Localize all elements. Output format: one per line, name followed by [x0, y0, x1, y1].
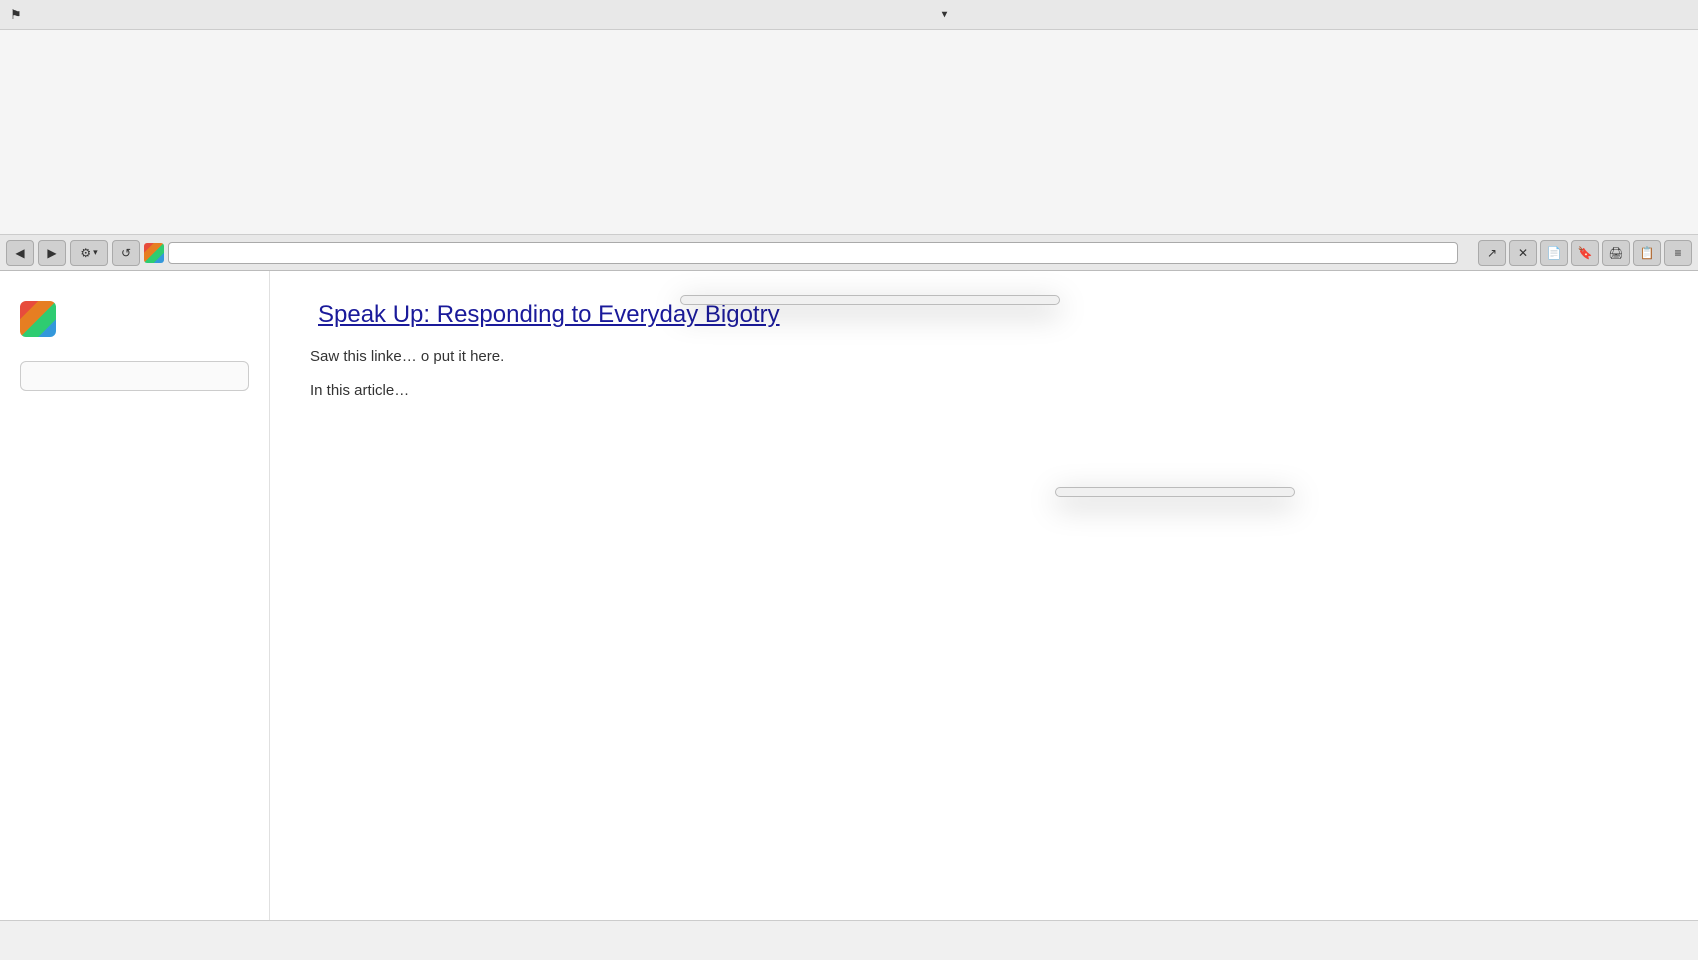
article-body: Saw this linke… o put it here. In this a… [310, 345, 1658, 403]
flag-icon: ⚑ [10, 7, 22, 22]
bottom-bar [0, 920, 1698, 960]
share-btn[interactable]: ↗ [1478, 240, 1506, 266]
search-input[interactable] [20, 361, 249, 391]
article-header: Speak Up: Responding to Everyday Bigotry [310, 301, 1658, 329]
toolbar: ◀ ▶ ⚙ ▾ ↺ ↗ ✕ 📄 🔖 🖨 📋 ≡ [0, 235, 1698, 271]
content-area: Speak Up: Responding to Everyday Bigotry… [0, 271, 1698, 920]
back-nav-btn[interactable]: ◀ [6, 240, 34, 266]
toolbar-right-buttons: ↗ ✕ 📄 🔖 🖨 📋 ≡ [1478, 240, 1692, 266]
bookmark-btn[interactable]: 🔖 [1571, 240, 1599, 266]
file-list-header: ⚑ ▾ [0, 0, 1698, 30]
url-bar[interactable] [168, 242, 1458, 264]
sidebar-logo [20, 301, 249, 337]
slash-btn[interactable]: ✕ [1509, 240, 1537, 266]
gear-icon: ⚙ [80, 246, 91, 260]
file-list-area: ⚑ ▾ [0, 0, 1698, 235]
view-btn[interactable]: 📋 [1633, 240, 1661, 266]
refresh-btn[interactable]: ↺ [112, 240, 140, 266]
gear-chevron: ▾ [93, 247, 98, 258]
sidebar [0, 271, 270, 920]
article-in-article: In this article… [310, 379, 1658, 403]
flag-col-header: ⚑ [10, 7, 40, 23]
sort-arrow-icon: ▾ [942, 9, 947, 20]
logo-icon [20, 301, 56, 337]
article-body-text: Saw this linke… o put it here. [310, 345, 1658, 369]
app-icon [144, 243, 164, 263]
article-title[interactable]: Speak Up: Responding to Everyday Bigotry [318, 301, 780, 328]
submenu [1055, 487, 1295, 497]
print-btn[interactable]: 🖨 [1602, 240, 1630, 266]
main-content: Speak Up: Responding to Everyday Bigotry… [270, 271, 1698, 920]
context-menu [680, 295, 1060, 305]
expand-btn[interactable]: ≡ [1664, 240, 1692, 266]
doc-btn[interactable]: 📄 [1540, 240, 1568, 266]
modified-col-header: ▾ [938, 9, 1138, 20]
forward-nav-btn[interactable]: ▶ [38, 240, 66, 266]
gear-btn[interactable]: ⚙ ▾ [70, 240, 108, 266]
